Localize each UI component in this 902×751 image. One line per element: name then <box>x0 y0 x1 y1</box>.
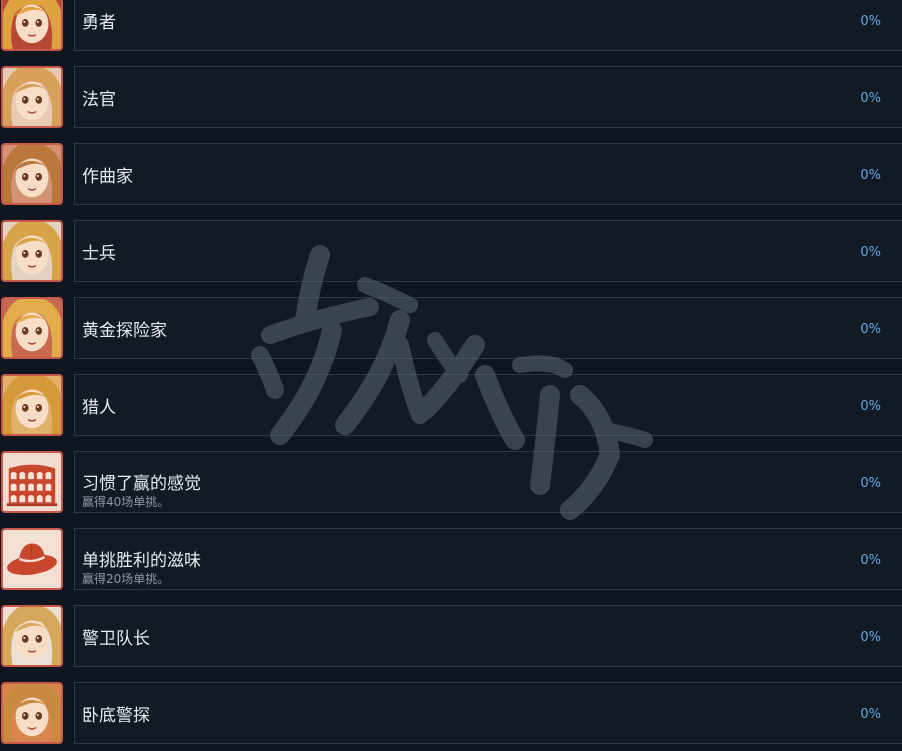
achievement-row[interactable]: 猎人 0% <box>0 374 902 438</box>
achievement-row[interactable]: 士兵 0% <box>0 220 902 284</box>
achievement-title: 勇者 <box>82 13 116 33</box>
achievement-panel: 习惯了赢的感觉 赢得40场单挑。 0% <box>74 451 902 513</box>
achievement-title: 黄金探险家 <box>82 321 167 341</box>
achievement-row[interactable]: 习惯了赢的感觉 赢得40场单挑。 0% <box>0 451 902 515</box>
achievement-percent: 0% <box>860 399 881 414</box>
achievement-percent: 0% <box>860 630 881 645</box>
achievement-row[interactable]: 黄金探险家 0% <box>0 297 902 361</box>
achievement-row[interactable]: 勇者 0% <box>0 0 902 53</box>
achievement-panel: 士兵 0% <box>74 220 902 282</box>
achievement-percent: 0% <box>860 168 881 183</box>
achievement-panel: 猎人 0% <box>74 374 902 436</box>
undercover-detective-portrait-icon <box>1 682 63 744</box>
achievement-panel: 单挑胜利的滋味 赢得20场单挑。 0% <box>74 528 902 590</box>
judge-portrait-icon <box>1 66 63 128</box>
achievement-title: 习惯了赢的感觉 <box>82 474 201 494</box>
achievement-title: 卧底警探 <box>82 706 150 726</box>
colosseum-icon <box>1 451 63 513</box>
achievement-percent: 0% <box>860 707 881 722</box>
achievement-row[interactable]: 卧底警探 0% <box>0 682 902 746</box>
achievement-title: 士兵 <box>82 244 116 264</box>
composer-portrait-icon <box>1 143 63 205</box>
achievement-row[interactable]: 警卫队长 0% <box>0 605 902 669</box>
achievement-percent: 0% <box>860 553 881 568</box>
achievement-percent: 0% <box>860 91 881 106</box>
achievement-percent: 0% <box>860 476 881 491</box>
gold-explorer-portrait-icon <box>1 297 63 359</box>
hunter-portrait-icon <box>1 374 63 436</box>
achievement-description: 赢得40场单挑。 <box>82 495 170 509</box>
achievement-description: 赢得20场单挑。 <box>82 572 170 586</box>
achievement-panel: 作曲家 0% <box>74 143 902 205</box>
achievement-panel: 黄金探险家 0% <box>74 297 902 359</box>
achievement-title: 作曲家 <box>82 167 133 187</box>
soldier-portrait-icon <box>1 220 63 282</box>
achievement-row[interactable]: 作曲家 0% <box>0 143 902 207</box>
guard-captain-portrait-icon <box>1 605 63 667</box>
achievement-row[interactable]: 单挑胜利的滋味 赢得20场单挑。 0% <box>0 528 902 592</box>
achievement-percent: 0% <box>860 245 881 260</box>
achievement-panel: 勇者 0% <box>74 0 902 51</box>
achievement-percent: 0% <box>860 14 881 29</box>
achievement-panel: 法官 0% <box>74 66 902 128</box>
achievement-title: 单挑胜利的滋味 <box>82 551 201 571</box>
cowboy-hat-icon <box>1 528 63 590</box>
achievement-panel: 卧底警探 0% <box>74 682 902 744</box>
achievement-title: 法官 <box>82 90 116 110</box>
achievement-panel: 警卫队长 0% <box>74 605 902 667</box>
hero-portrait-icon <box>1 0 63 51</box>
achievement-row[interactable]: 法官 0% <box>0 66 902 130</box>
achievement-title: 猎人 <box>82 398 116 418</box>
achievement-percent: 0% <box>860 322 881 337</box>
achievement-title: 警卫队长 <box>82 629 150 649</box>
